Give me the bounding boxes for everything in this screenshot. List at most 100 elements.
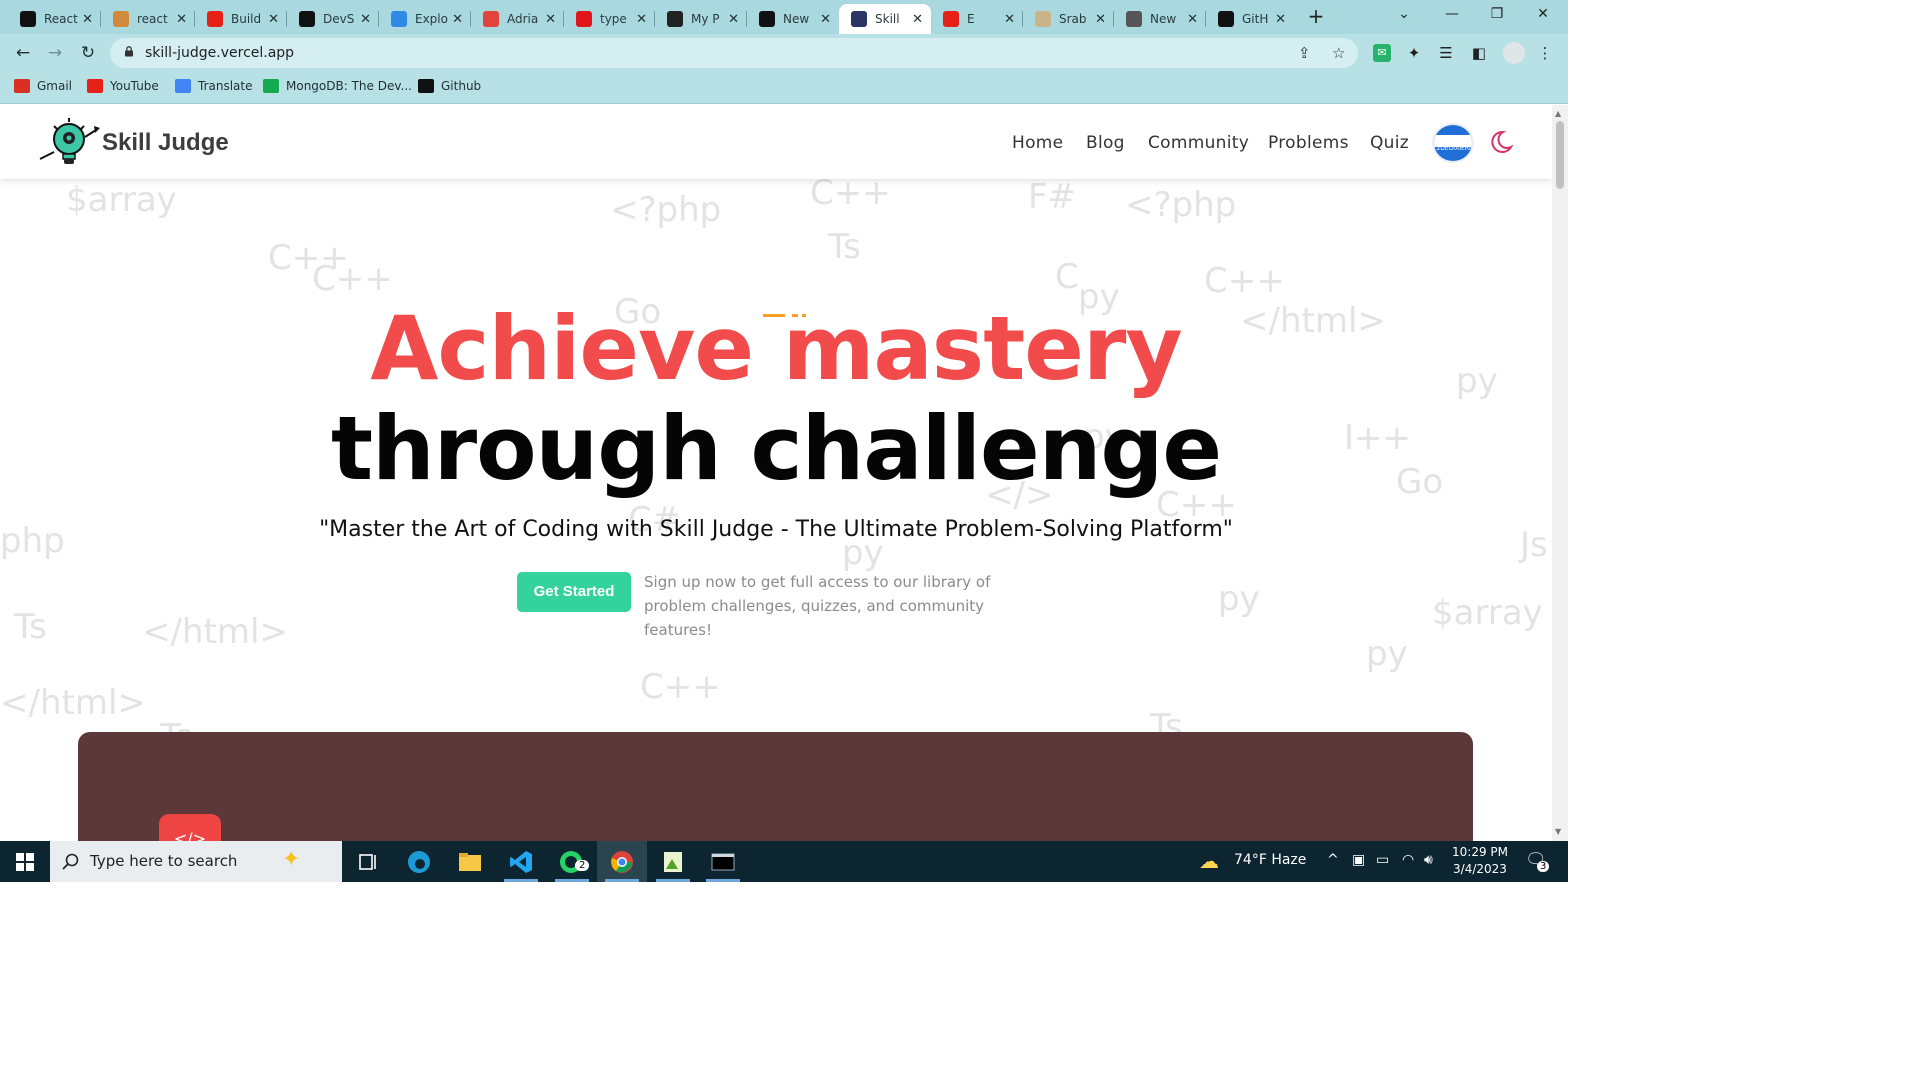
show-hidden-icons-chevron-icon[interactable]: ^ — [1327, 852, 1339, 868]
vscode-icon[interactable] — [508, 849, 534, 875]
browser-tab[interactable]: react ✕ — [101, 4, 195, 34]
windows-start-icon[interactable] — [0, 841, 50, 882]
scroll-down-arrow-icon[interactable]: ▼ — [1555, 827, 1561, 836]
reload-icon[interactable]: ↻ — [77, 42, 99, 64]
browser-tab[interactable]: Srab ✕ — [1023, 4, 1114, 34]
search-icon — [62, 853, 79, 870]
chrome-menu-icon[interactable]: ⋮ — [1536, 44, 1554, 62]
nav-link-community[interactable]: Community — [1148, 133, 1249, 153]
close-tab-icon[interactable]: ✕ — [1095, 12, 1106, 27]
close-tab-icon[interactable]: ✕ — [176, 12, 187, 27]
scroll-up-arrow-icon[interactable]: ▲ — [1555, 109, 1561, 118]
extensions-puzzle-icon[interactable]: ✦ — [1405, 44, 1423, 62]
extension-mail-icon[interactable]: ✉ — [1373, 44, 1391, 62]
close-tab-icon[interactable]: ✕ — [268, 12, 279, 27]
clock[interactable]: 10:29 PM 3/4/2023 — [1448, 844, 1512, 878]
lock-icon[interactable] — [124, 46, 134, 57]
browser-tab[interactable]: Adria ✕ — [471, 4, 564, 34]
scrollbar-thumb[interactable] — [1556, 121, 1564, 189]
reading-list-icon[interactable]: ☰ — [1437, 44, 1455, 62]
close-tab-icon[interactable]: ✕ — [452, 12, 463, 27]
restore-button[interactable]: ❐ — [1485, 6, 1509, 22]
weather-cloud-icon[interactable]: ☁ — [1199, 849, 1219, 873]
code-icon: </> — [159, 814, 221, 841]
sparkle-icon[interactable]: ✦ — [282, 847, 300, 872]
nav-link-home[interactable]: Home — [1012, 133, 1063, 153]
weather-text[interactable]: 74°F Haze — [1234, 852, 1306, 868]
nav-link-problems[interactable]: Problems — [1268, 133, 1349, 153]
new-tab-button[interactable]: + — [1305, 5, 1327, 27]
a-icon — [483, 11, 499, 27]
browser-tab[interactable]: Explo ✕ — [379, 4, 471, 34]
avatar-label: 2DEO00ERN — [1436, 145, 1474, 152]
browser-tab[interactable]: My P ✕ — [655, 4, 747, 34]
back-icon[interactable]: ← — [12, 42, 34, 64]
tab-title: type — [600, 12, 627, 26]
browser-tab[interactable]: New ✕ — [747, 4, 839, 34]
browser-tab[interactable]: React ✕ — [8, 4, 101, 34]
close-tab-icon[interactable]: ✕ — [912, 12, 923, 27]
bookmark-star-icon[interactable]: ☆ — [1332, 44, 1345, 62]
tab-separator — [470, 11, 471, 27]
bookmark-item[interactable]: YouTube — [87, 79, 159, 93]
nav-link-quiz[interactable]: Quiz — [1370, 133, 1409, 153]
react-icon — [667, 11, 683, 27]
dark-mode-moon-icon[interactable] — [1488, 129, 1514, 155]
battery-icon[interactable]: ▭ — [1376, 852, 1389, 868]
bookmark-item[interactable]: Gmail — [14, 79, 72, 93]
feature-card: </> — [78, 732, 1473, 841]
get-started-button[interactable]: Get Started — [517, 572, 631, 612]
tab-search-icon[interactable]: ⌄ — [1392, 6, 1416, 22]
browser-tab[interactable]: Skill ✕ — [839, 4, 931, 34]
close-tab-icon[interactable]: ✕ — [360, 12, 371, 27]
chrome-icon[interactable] — [609, 849, 635, 875]
background-code-word: py — [1218, 579, 1260, 619]
meet-now-icon[interactable]: ▣ — [1352, 852, 1365, 868]
tab-title: Adria — [507, 12, 539, 26]
bookmark-item[interactable]: Github — [418, 79, 481, 93]
brand-name[interactable]: Skill Judge — [102, 129, 229, 157]
volume-icon[interactable]: 🔊︎ — [1424, 852, 1433, 868]
tab-separator — [100, 11, 101, 27]
edge-icon[interactable] — [406, 849, 432, 875]
wifi-icon[interactable]: ◠ — [1402, 852, 1414, 868]
close-tab-icon[interactable]: ✕ — [820, 12, 831, 27]
bookmark-item[interactable]: Translate — [175, 79, 253, 93]
forward-icon[interactable]: → — [44, 42, 66, 64]
browser-tab[interactable]: E ✕ — [931, 4, 1023, 34]
browser-tab[interactable]: GitH ✕ — [1206, 4, 1294, 34]
taskbar-search-box[interactable]: Type here to search ✦ — [50, 841, 342, 882]
user-avatar[interactable]: 2DEO00ERN — [1432, 123, 1474, 163]
close-tab-icon[interactable]: ✕ — [1187, 12, 1198, 27]
close-tab-icon[interactable]: ✕ — [728, 12, 739, 27]
chrome-taskbar-active[interactable] — [597, 841, 647, 882]
address-bar[interactable]: skill-judge.vercel.app ⇪ ☆ — [110, 38, 1358, 68]
notepad-plus-icon[interactable] — [660, 849, 686, 875]
close-window-button[interactable]: ✕ — [1531, 6, 1555, 22]
browser-tab[interactable]: Build ✕ — [195, 4, 287, 34]
page-scrollbar[interactable]: ▲ ▼ — [1552, 105, 1568, 841]
url-text[interactable]: skill-judge.vercel.app — [145, 45, 294, 61]
background-code-word: py — [1366, 634, 1408, 674]
terminal-icon[interactable] — [710, 849, 736, 875]
close-tab-icon[interactable]: ✕ — [82, 12, 93, 27]
side-panel-icon[interactable]: ◧ — [1470, 44, 1488, 62]
close-tab-icon[interactable]: ✕ — [1004, 12, 1015, 27]
minimize-button[interactable]: — — [1440, 6, 1464, 22]
browser-tab[interactable]: New ✕ — [1114, 4, 1206, 34]
browser-tab[interactable]: type ✕ — [564, 4, 655, 34]
task-view-icon[interactable] — [356, 849, 382, 875]
profile-avatar[interactable] — [1503, 42, 1525, 64]
share-icon[interactable]: ⇪ — [1298, 44, 1311, 62]
lightbulb-gear-logo-icon[interactable] — [38, 115, 102, 171]
close-tab-icon[interactable]: ✕ — [1275, 12, 1286, 27]
close-tab-icon[interactable]: ✕ — [545, 12, 556, 27]
close-tab-icon[interactable]: ✕ — [636, 12, 647, 27]
file-explorer-icon[interactable] — [457, 849, 483, 875]
tab-separator — [563, 11, 564, 27]
browser-tab[interactable]: DevS ✕ — [287, 4, 379, 34]
bookmark-item[interactable]: MongoDB: The Dev... — [263, 79, 412, 93]
search-placeholder[interactable]: Type here to search — [90, 852, 237, 870]
tab-title: Srab — [1059, 12, 1087, 26]
nav-link-blog[interactable]: Blog — [1086, 133, 1125, 153]
